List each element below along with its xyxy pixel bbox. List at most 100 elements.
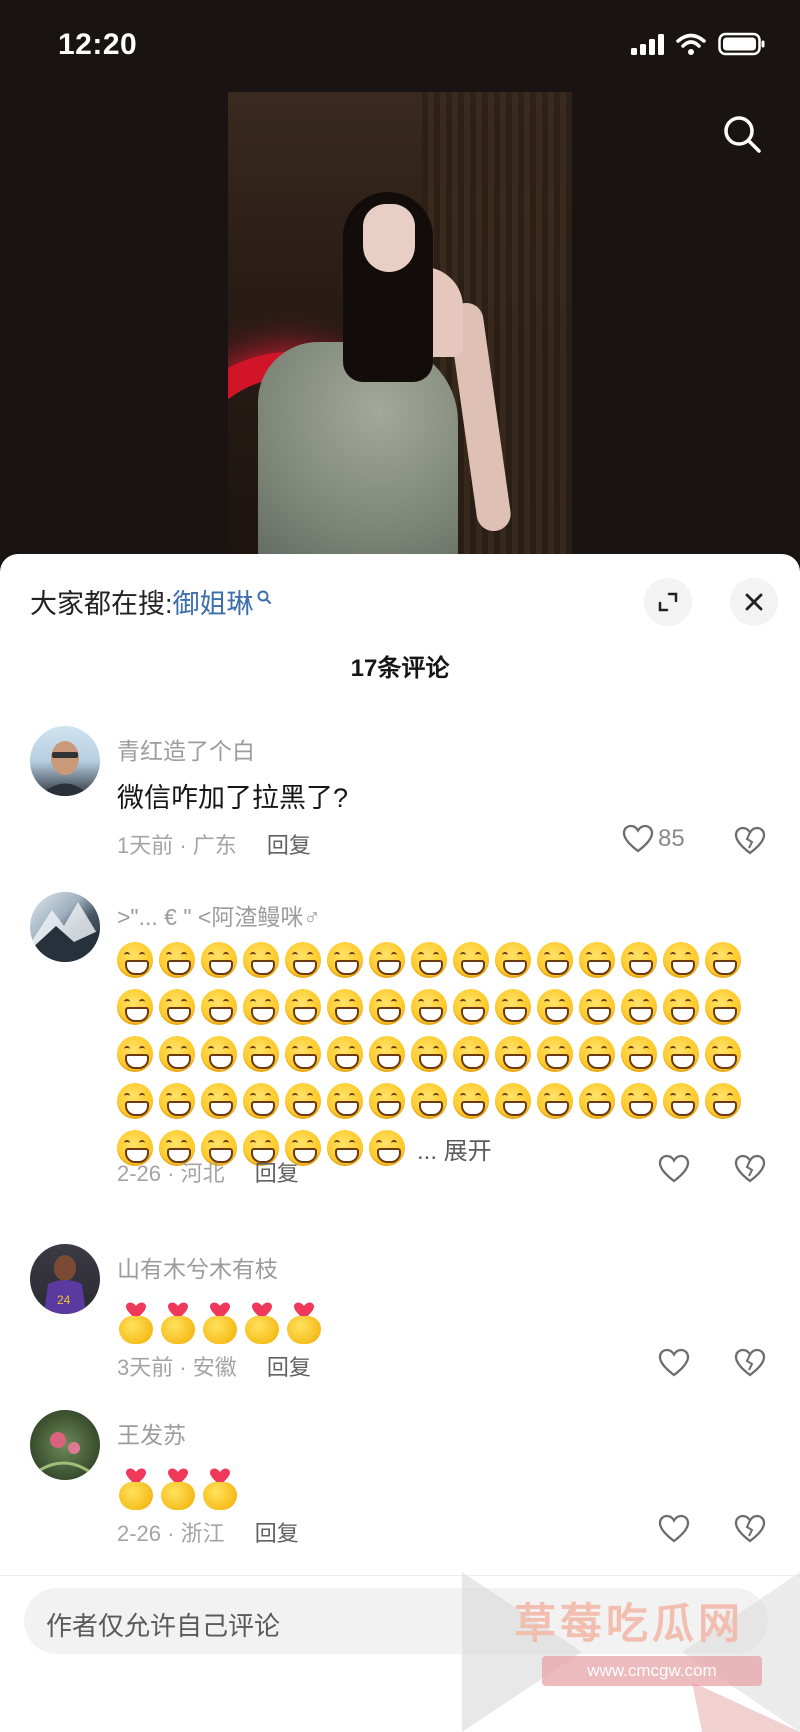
- grinning-face-icon: [411, 1036, 447, 1072]
- grinning-face-icon: [537, 1083, 573, 1119]
- expand-button[interactable]: [644, 578, 692, 626]
- grinning-face-icon: [285, 942, 321, 978]
- gift-emoji-row: [117, 1468, 239, 1512]
- comment-username[interactable]: 青红造了个白: [117, 732, 255, 766]
- grinning-face-icon: [579, 942, 615, 978]
- grinning-face-icon: [201, 1083, 237, 1119]
- grinning-face-icon: [537, 989, 573, 1025]
- avatar-mountain-icon: [30, 902, 100, 962]
- heart-moneybag-icon: [201, 1468, 239, 1512]
- search-button[interactable]: [718, 110, 766, 158]
- reply-button[interactable]: 回复: [267, 1355, 311, 1380]
- comment-username[interactable]: 王发苏: [117, 1416, 186, 1450]
- grinning-face-icon: [537, 1036, 573, 1072]
- grinning-face-icon: [705, 942, 741, 978]
- dislike-button[interactable]: [734, 1514, 766, 1549]
- grinning-face-icon: [369, 1036, 405, 1072]
- grinning-face-icon: [117, 1083, 153, 1119]
- avatar-person-icon: [40, 741, 90, 796]
- dislike-button[interactable]: [734, 1348, 766, 1383]
- grinning-face-icon: [663, 1083, 699, 1119]
- broken-heart-icon: [734, 1348, 766, 1377]
- comment-input-placeholder: 作者仅允许自己评论: [46, 1611, 281, 1641]
- comment-input[interactable]: 作者仅允许自己评论: [24, 1588, 768, 1654]
- like-button[interactable]: [658, 1514, 690, 1544]
- grinning-face-icon: [201, 1036, 237, 1072]
- grinning-face-icon: [663, 989, 699, 1025]
- grinning-face-icon: [411, 1083, 447, 1119]
- grinning-face-icon: [369, 989, 405, 1025]
- hot-search-keyword[interactable]: 御姐琳: [173, 582, 254, 621]
- reply-button[interactable]: 回复: [255, 1521, 299, 1546]
- reply-button[interactable]: 回复: [255, 1161, 299, 1186]
- comment-username[interactable]: 山有木兮木有枝: [117, 1250, 278, 1284]
- heart-icon: [658, 1514, 690, 1543]
- grinning-face-icon: [579, 989, 615, 1025]
- emoji-row: [117, 938, 767, 982]
- heart-icon: [658, 1154, 690, 1183]
- grinning-face-icon: [453, 1083, 489, 1119]
- expand-comment-link[interactable]: ... 展开: [417, 1131, 492, 1166]
- grinning-face-icon: [369, 1083, 405, 1119]
- grinning-face-icon: [495, 1083, 531, 1119]
- comment-item: 24 山有木兮木有枝 3天前 · 安徽 回复: [0, 1244, 800, 1380]
- video-subject-face: [363, 204, 415, 272]
- comment-meta: 1天前 · 广东 回复: [117, 828, 311, 860]
- comment-time-location: 2-26 · 浙江: [117, 1521, 225, 1546]
- emoji-row: [117, 1079, 767, 1123]
- grinning-face-icon: [621, 942, 657, 978]
- avatar[interactable]: [30, 892, 100, 962]
- reply-button[interactable]: 回复: [267, 833, 311, 858]
- grinning-face-icon: [705, 1036, 741, 1072]
- video-player[interactable]: [228, 92, 572, 554]
- comment-sheet: 大家都在搜: 御姐琳 17条评论 青红造了个白 微信咋加了拉黑了? 1天前 · …: [0, 554, 800, 1732]
- dislike-button[interactable]: [734, 1154, 766, 1189]
- grinning-face-icon: [159, 989, 195, 1025]
- like-button[interactable]: 85: [622, 824, 685, 854]
- comment-time-location: 1天前 · 广东: [117, 833, 237, 858]
- grinning-face-icon: [579, 1083, 615, 1119]
- gift-emoji-row: [117, 1302, 323, 1346]
- grinning-face-icon: [285, 1036, 321, 1072]
- grinning-face-icon: [243, 942, 279, 978]
- battery-icon: [718, 32, 765, 56]
- grinning-face-icon: [453, 989, 489, 1025]
- heart-moneybag-icon: [201, 1302, 239, 1346]
- heart-moneybag-icon: [159, 1302, 197, 1346]
- avatar[interactable]: 24: [30, 1244, 100, 1314]
- grinning-face-icon: [201, 942, 237, 978]
- grinning-face-icon: [201, 989, 237, 1025]
- comment-item: >"... € " <阿渣鳗咪♂ ... 展开 2-26 · 河北 回复: [0, 892, 800, 1192]
- hot-search-prefix: 大家都在搜:: [30, 589, 173, 619]
- grinning-face-icon: [369, 1130, 405, 1166]
- expand-icon: [658, 592, 678, 612]
- like-button[interactable]: [658, 1154, 690, 1184]
- avatar-player-icon: 24: [44, 1255, 86, 1314]
- status-bar: 12:20: [0, 0, 800, 96]
- input-divider: [0, 1575, 800, 1576]
- grinning-face-icon: [411, 989, 447, 1025]
- grinning-face-icon: [411, 942, 447, 978]
- grinning-face-icon: [243, 1083, 279, 1119]
- comment-username[interactable]: >"... € " <阿渣鳗咪♂: [117, 898, 321, 932]
- search-icon: [724, 116, 761, 153]
- dislike-button[interactable]: [734, 826, 766, 861]
- grinning-face-icon: [327, 1036, 363, 1072]
- close-button[interactable]: [730, 578, 778, 626]
- avatar[interactable]: [30, 726, 100, 796]
- grinning-face-icon: [621, 1036, 657, 1072]
- avatar[interactable]: [30, 1410, 100, 1480]
- grinning-face-icon: [327, 1130, 363, 1166]
- grinning-face-icon: [621, 989, 657, 1025]
- grinning-face-icon: [453, 1036, 489, 1072]
- status-time: 12:20: [58, 28, 138, 61]
- grinning-face-icon: [285, 1083, 321, 1119]
- grinning-face-icon: [453, 942, 489, 978]
- like-button[interactable]: [658, 1348, 690, 1378]
- broken-heart-icon: [734, 1514, 766, 1543]
- hot-search-bar[interactable]: 大家都在搜: 御姐琳: [30, 582, 272, 621]
- wifi-icon: [676, 33, 706, 55]
- comment-item: 王发苏 2-26 · 浙江 回复: [0, 1410, 800, 1546]
- grinning-face-icon: [117, 989, 153, 1025]
- comment-text: 微信咋加了拉黑了?: [117, 783, 349, 813]
